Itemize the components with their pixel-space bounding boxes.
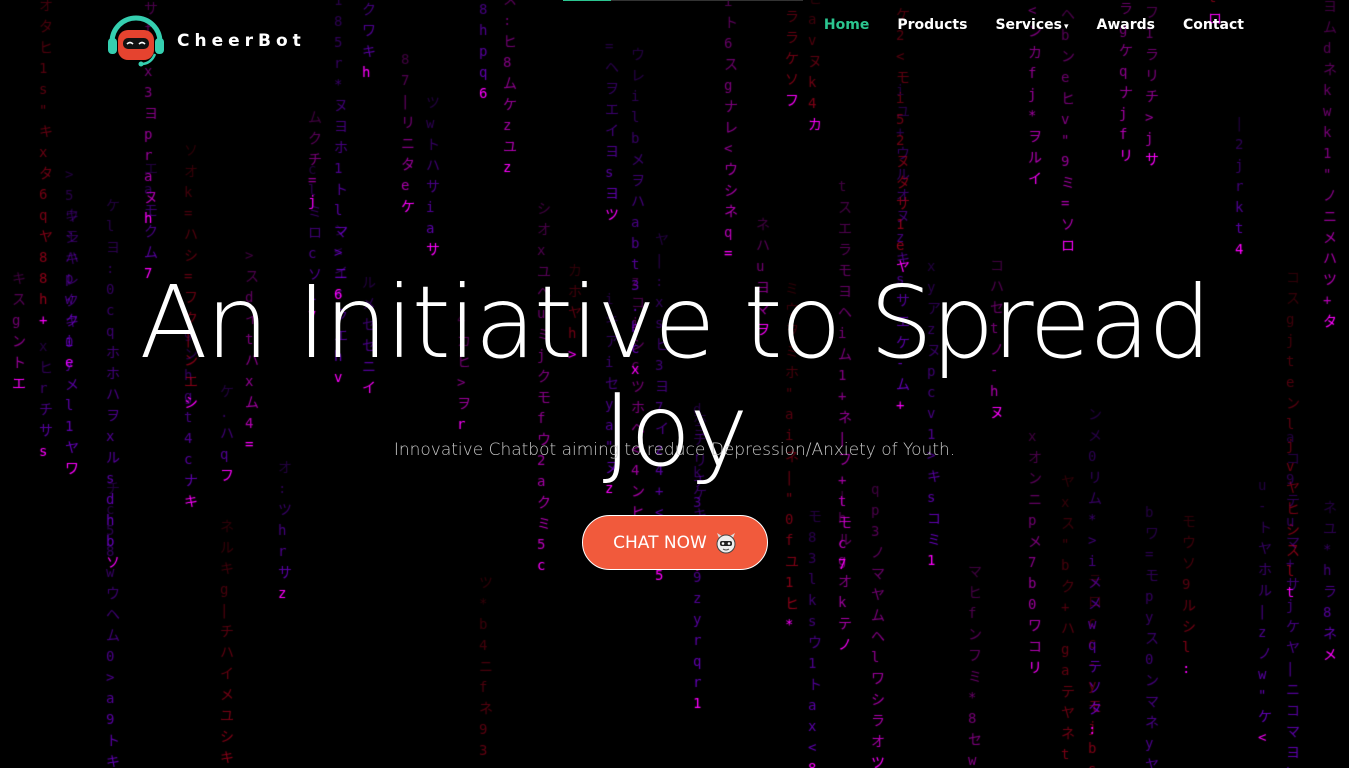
brand-name: CheerBot: [177, 31, 306, 51]
page-progress-fill: [563, 0, 611, 1]
page-progress-track: [563, 0, 803, 1]
nav-awards[interactable]: Awards: [1097, 17, 1155, 33]
caret-down-icon: ▾: [1063, 22, 1069, 32]
hero-title-line-1: An Initiative to Spread: [139, 264, 1211, 381]
chat-now-button[interactable]: CHAT NOW: [582, 515, 768, 570]
main-nav: Home Products Services ▾ Awards Contact: [796, 16, 1244, 34]
nav-services-label: Services: [995, 17, 1062, 33]
chat-now-label: CHAT NOW: [613, 532, 707, 553]
nav-products[interactable]: Products: [897, 17, 967, 33]
robot-headset-icon: [108, 15, 164, 67]
brand[interactable]: CheerBot: [105, 12, 306, 70]
nav-contact[interactable]: Contact: [1183, 17, 1244, 33]
nav-home[interactable]: Home: [824, 17, 869, 33]
hero-subtitle: Innovative Chatbot aiming to reduce Depr…: [393, 440, 956, 460]
robot-face-icon: [716, 532, 736, 553]
hero-title-line-2: Joy: [602, 372, 749, 489]
nav-services[interactable]: Services ▾: [995, 17, 1068, 33]
